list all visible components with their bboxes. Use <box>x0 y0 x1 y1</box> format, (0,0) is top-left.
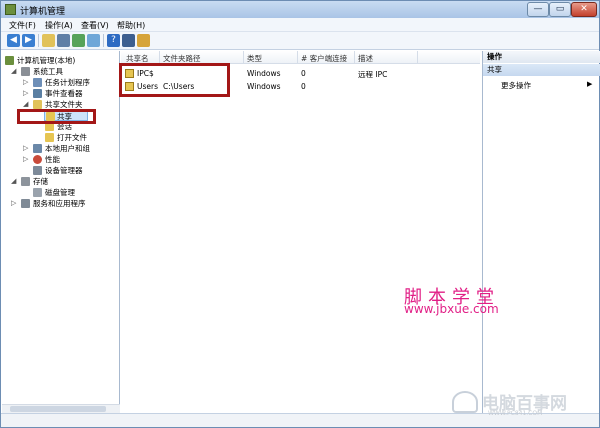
cell-client-connections: 0 <box>301 69 306 78</box>
tree-item-open-files[interactable]: 打开文件 <box>2 132 118 143</box>
computer-management-icon <box>5 4 16 15</box>
device-manager-icon <box>33 166 42 175</box>
menu-view[interactable]: 查看(V) <box>81 20 109 31</box>
submenu-arrow-icon[interactable]: ▶ <box>587 80 592 88</box>
watermark-house-icon <box>452 391 478 413</box>
help-icon[interactable]: ? <box>107 34 120 47</box>
computer-management-window: 计算机管理 — ▭ ✕ 文件(F) 操作(A) 查看(V) 帮助(H) ◀ ▶ … <box>0 0 600 428</box>
column-divider[interactable] <box>417 51 418 64</box>
refresh-icon[interactable] <box>72 34 85 47</box>
shares-list: 共享名 文件夹路径 类型 # 客户端连接 描述 IPC$ Windows 0 远… <box>121 51 480 413</box>
shared-folder-icon <box>33 100 42 109</box>
actions-pane: 操作 共享 更多操作 ▶ <box>482 51 600 413</box>
highlight-box-shares-list <box>119 63 230 97</box>
show-hide-tree-icon[interactable] <box>57 34 70 47</box>
column-type[interactable]: 类型 <box>247 53 262 64</box>
maximize-button[interactable]: ▭ <box>549 2 571 17</box>
column-divider[interactable] <box>354 51 355 64</box>
column-description[interactable]: 描述 <box>358 53 373 64</box>
toolbar-separator <box>38 34 39 47</box>
tree-horizontal-scrollbar[interactable] <box>2 404 120 413</box>
event-viewer-icon <box>33 89 42 98</box>
actions-header: 操作 <box>483 51 600 63</box>
toolbar-separator <box>103 34 104 47</box>
navigation-tree: 计算机管理(本地) ◢ 系统工具 ▷ 任务计划程序 ▷ 事件查看器 ◢ 共享文件… <box>2 51 120 413</box>
cell-client-connections: 0 <box>301 82 306 91</box>
show-hide-action-pane-icon[interactable] <box>122 34 135 47</box>
new-share-icon[interactable] <box>137 34 150 47</box>
watermark-jbxue-url: www.jbxue.com <box>404 302 499 316</box>
performance-icon <box>33 155 42 164</box>
highlight-box-shares-node <box>17 109 96 124</box>
more-actions-item[interactable]: 更多操作 <box>501 80 531 91</box>
expand-arrow-icon[interactable]: ▷ <box>23 77 28 88</box>
back-arrow-icon[interactable]: ◀ <box>7 34 20 47</box>
tree-item-task-scheduler[interactable]: ▷ 任务计划程序 <box>2 77 118 88</box>
menu-action[interactable]: 操作(A) <box>45 20 73 31</box>
disk-management-icon <box>33 188 42 197</box>
expand-arrow-icon[interactable]: ▷ <box>23 143 28 154</box>
column-divider[interactable] <box>297 51 298 64</box>
minimize-button[interactable]: — <box>527 2 549 17</box>
expand-arrow-icon[interactable]: ▷ <box>11 198 16 209</box>
actions-section-shares[interactable]: 共享 <box>483 64 600 76</box>
tree-item-services-applications[interactable]: ▷ 服务和应用程序 <box>2 198 118 209</box>
column-divider[interactable] <box>243 51 244 64</box>
users-icon <box>33 144 42 153</box>
tree-item-computer-management[interactable]: 计算机管理(本地) <box>2 55 118 66</box>
menu-help[interactable]: 帮助(H) <box>117 20 145 31</box>
column-client-connections[interactable]: # 客户端连接 <box>301 53 347 64</box>
tree-item-device-manager[interactable]: 设备管理器 <box>2 165 118 176</box>
menu-bar: 文件(F) 操作(A) 查看(V) 帮助(H) <box>1 18 599 32</box>
expand-arrow-icon[interactable]: ◢ <box>11 66 16 77</box>
storage-icon <box>21 177 30 186</box>
expand-arrow-icon[interactable]: ▷ <box>23 154 28 165</box>
scrollbar-thumb[interactable] <box>10 406 106 412</box>
open-file-icon <box>45 133 54 142</box>
tree-item-storage[interactable]: ◢ 存储 <box>2 176 118 187</box>
system-tools-icon <box>21 67 30 76</box>
title-bar[interactable]: 计算机管理 — ▭ ✕ <box>1 1 599 18</box>
collapse-arrow-icon[interactable]: ◢ <box>11 176 16 187</box>
cell-type: Windows <box>247 69 281 78</box>
tree-item-disk-management[interactable]: 磁盘管理 <box>2 187 118 198</box>
toolbar: ◀ ▶ ? <box>1 32 599 50</box>
cell-type: Windows <box>247 82 281 91</box>
services-icon <box>21 199 30 208</box>
watermark-pc841-url: WWW.PC841.COM <box>488 410 543 417</box>
tree-item-system-tools[interactable]: ◢ 系统工具 <box>2 66 118 77</box>
tree-item-local-users-groups[interactable]: ▷ 本地用户和组 <box>2 143 118 154</box>
up-folder-icon[interactable] <box>42 34 55 47</box>
window-title: 计算机管理 <box>20 7 66 17</box>
computer-management-icon <box>5 56 14 65</box>
tree-item-performance[interactable]: ▷ 性能 <box>2 154 118 165</box>
menu-file[interactable]: 文件(F) <box>9 20 36 31</box>
tree-item-event-viewer[interactable]: ▷ 事件查看器 <box>2 88 118 99</box>
task-scheduler-icon <box>33 78 42 87</box>
export-list-icon[interactable] <box>87 34 100 47</box>
cell-description: 远程 IPC <box>358 70 388 79</box>
expand-arrow-icon[interactable]: ▷ <box>23 88 28 99</box>
close-button[interactable]: ✕ <box>571 2 597 17</box>
forward-arrow-icon[interactable]: ▶ <box>22 34 35 47</box>
